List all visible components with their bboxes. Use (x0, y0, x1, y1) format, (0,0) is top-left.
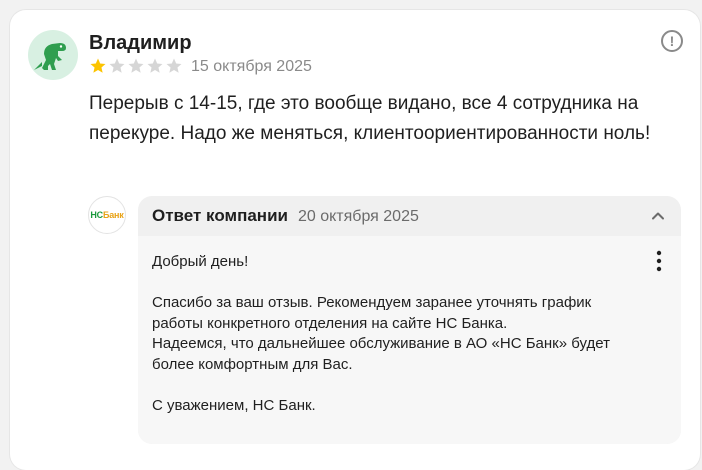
star-icon (109, 58, 125, 73)
dinosaur-avatar-icon[interactable] (28, 30, 78, 80)
chevron-up-icon[interactable] (650, 208, 666, 224)
star-icon (147, 58, 163, 73)
reply-header[interactable]: Ответ компании 20 октября 2025 (152, 206, 419, 226)
exclamation-circle-icon[interactable]: ! (661, 30, 683, 52)
kebab-menu-icon[interactable] (656, 250, 662, 272)
review-date: 15 октября 2025 (191, 58, 312, 75)
review-text: Перерыв с 14-15, где это вообще видано, … (89, 93, 651, 144)
logo-text-green: НС (90, 210, 103, 220)
reply-title: Ответ компании (152, 206, 288, 225)
review-author-name[interactable]: Владимир (89, 32, 192, 55)
reply-body: Добрый день! Спасибо за ваш отзыв. Реком… (138, 236, 681, 444)
company-logo: НСБанк (88, 196, 126, 234)
reply-text: Добрый день! Спасибо за ваш отзыв. Реком… (152, 253, 610, 414)
star-icon (128, 58, 144, 73)
star-icon (166, 58, 182, 73)
review-card: Владимир 15 октября 2025 ! Перерыв с 14-… (10, 10, 700, 470)
logo-text-orange: Банк (102, 210, 124, 220)
star-icon (90, 58, 106, 73)
rating-stars (89, 57, 183, 75)
company-reply: Ответ компании 20 октября 2025 Добрый де… (138, 196, 681, 444)
reply-date: 20 октября 2025 (297, 208, 419, 225)
